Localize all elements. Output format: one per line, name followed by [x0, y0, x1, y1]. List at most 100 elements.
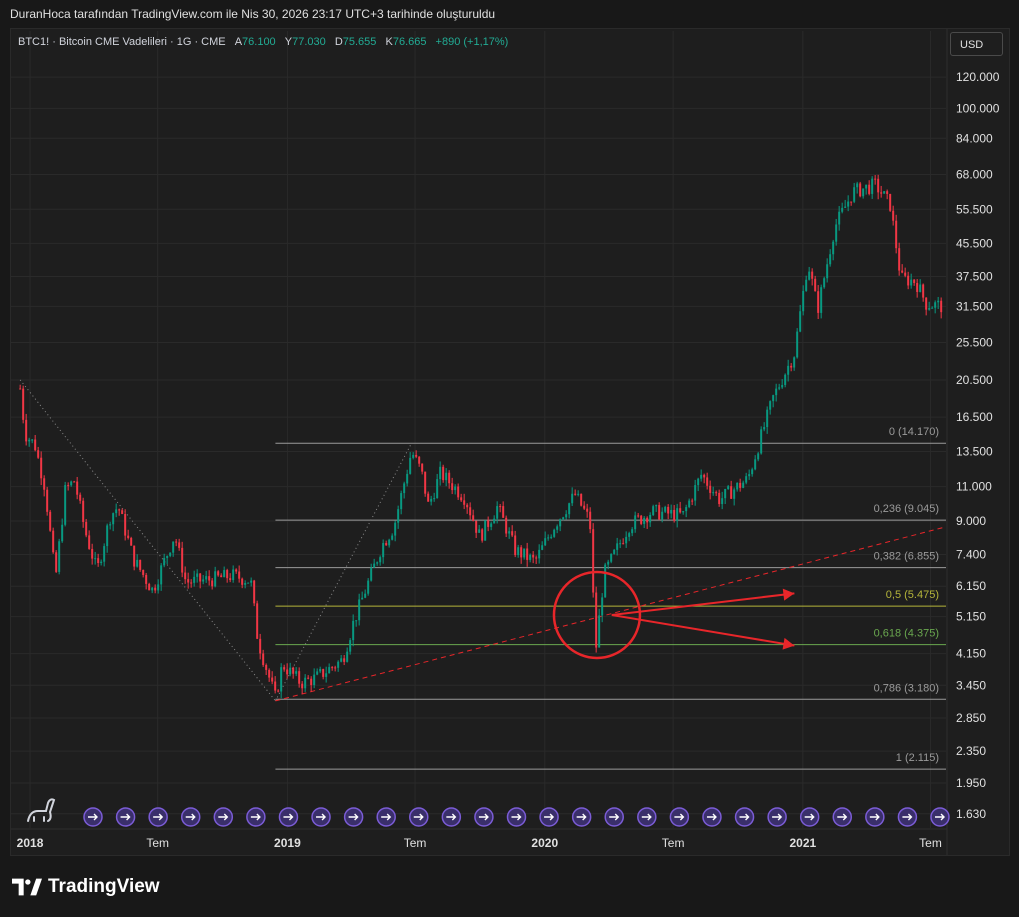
- event-marker-icon: [897, 807, 918, 827]
- event-marker-icon: [734, 807, 755, 827]
- candle-down: [88, 535, 91, 549]
- candle-up: [391, 535, 394, 540]
- candle-down: [790, 365, 793, 368]
- dotted-trendline: [19, 379, 276, 702]
- candle-up: [169, 552, 172, 556]
- x-tick-label: Tem: [146, 836, 169, 850]
- y-tick-label: 84.000: [956, 131, 993, 145]
- candle-up: [214, 571, 217, 587]
- candle-down: [55, 552, 58, 572]
- candle-up: [760, 429, 763, 454]
- candle-up: [769, 401, 772, 410]
- y-tick-label: 7.400: [956, 548, 986, 562]
- candle-down: [256, 603, 259, 639]
- event-marker-icon: [799, 807, 820, 827]
- candle-up: [697, 478, 700, 486]
- candle-down: [640, 515, 643, 524]
- symbol-legend: BTC1! · Bitcoin CME Vadelileri · 1G · CM…: [18, 36, 508, 48]
- candle-up: [757, 453, 760, 460]
- candle-up: [745, 476, 748, 483]
- candle-down: [271, 677, 274, 682]
- candle-up: [31, 439, 34, 441]
- candle-down: [667, 506, 670, 514]
- candle-up: [742, 482, 745, 488]
- currency-button[interactable]: USD: [950, 32, 1003, 56]
- candle-down: [739, 482, 742, 488]
- candle-down: [505, 517, 508, 534]
- event-marker-icon: [83, 807, 103, 827]
- candle-up: [439, 466, 442, 480]
- y-tick-label: 1.950: [956, 776, 986, 790]
- candle-up: [280, 667, 283, 692]
- event-marker-icon: [506, 807, 527, 827]
- candle-up: [670, 509, 673, 514]
- y-tick-label: 37.500: [956, 269, 993, 283]
- x-tick-label: Tem: [919, 836, 942, 850]
- y-tick-label: 100.000: [956, 101, 1000, 115]
- price-chart[interactable]: 120.000 100.000 84.000 68.000 55.500 45.500 37…: [0, 0, 1019, 917]
- y-tick-label: 25.500: [956, 336, 993, 350]
- candle-up: [223, 570, 226, 578]
- candle-down: [43, 478, 46, 490]
- candle-down: [334, 667, 337, 669]
- event-marker-icon: [409, 807, 429, 827]
- candle-up: [58, 541, 61, 572]
- candle-down: [715, 492, 718, 494]
- candle-up: [382, 543, 385, 558]
- candle-down: [148, 583, 151, 591]
- candle-down: [487, 520, 490, 527]
- candle-down: [178, 542, 181, 548]
- fib-level-label: 0,5 (5.475): [886, 589, 939, 601]
- candle-up: [541, 545, 544, 550]
- event-marker-icon: [865, 807, 885, 827]
- candle-up: [820, 287, 823, 313]
- tradingview-brand[interactable]: TradingView: [12, 876, 160, 898]
- candle-up: [772, 395, 775, 402]
- candle-down: [67, 485, 70, 487]
- candle-up: [244, 583, 247, 585]
- candle-down: [469, 507, 472, 516]
- x-tick-label: 2018: [17, 836, 44, 850]
- candle-up: [553, 529, 556, 537]
- x-tick-label: Tem: [662, 836, 685, 850]
- y-tick-label: 55.500: [956, 202, 993, 216]
- candle-up: [160, 565, 163, 585]
- event-marker-icon: [702, 807, 722, 827]
- candle-up: [337, 661, 340, 668]
- candle-up: [628, 533, 631, 537]
- candle-up: [361, 597, 364, 600]
- candle-up: [799, 311, 802, 332]
- fib-level-label: 0,786 (3.180): [874, 682, 939, 694]
- candle-down: [259, 638, 262, 654]
- candle-up: [400, 493, 403, 510]
- close-label: K: [385, 36, 393, 48]
- candle-up: [529, 554, 532, 560]
- candle-down: [637, 515, 640, 517]
- candle-down: [679, 508, 682, 513]
- candle-up: [394, 522, 397, 536]
- candle-up: [493, 518, 496, 524]
- candle-down: [49, 511, 52, 531]
- y-tick-label: 5.150: [956, 610, 986, 624]
- candle-down: [466, 504, 469, 508]
- event-marker-icon: [343, 807, 364, 827]
- candle-down: [499, 506, 502, 508]
- red-arrow: [611, 614, 795, 647]
- candle-up: [598, 615, 601, 648]
- candle-up: [652, 506, 655, 516]
- candle-up: [625, 536, 628, 544]
- candle-down: [658, 505, 661, 520]
- symbol-name[interactable]: BTC1! · Bitcoin CME Vadelileri · 1G · CM…: [18, 36, 226, 48]
- candle-down: [457, 486, 460, 498]
- candle-up: [196, 573, 199, 577]
- candle-up: [538, 549, 541, 559]
- candle-down: [40, 457, 43, 479]
- candle-down: [415, 454, 418, 457]
- candle-down: [580, 493, 583, 506]
- candle-down: [226, 570, 229, 579]
- candle-down: [646, 517, 649, 523]
- candle-down: [97, 558, 100, 564]
- event-marker-icon: [539, 807, 559, 827]
- candle-up: [754, 459, 757, 470]
- candle-down: [34, 439, 37, 451]
